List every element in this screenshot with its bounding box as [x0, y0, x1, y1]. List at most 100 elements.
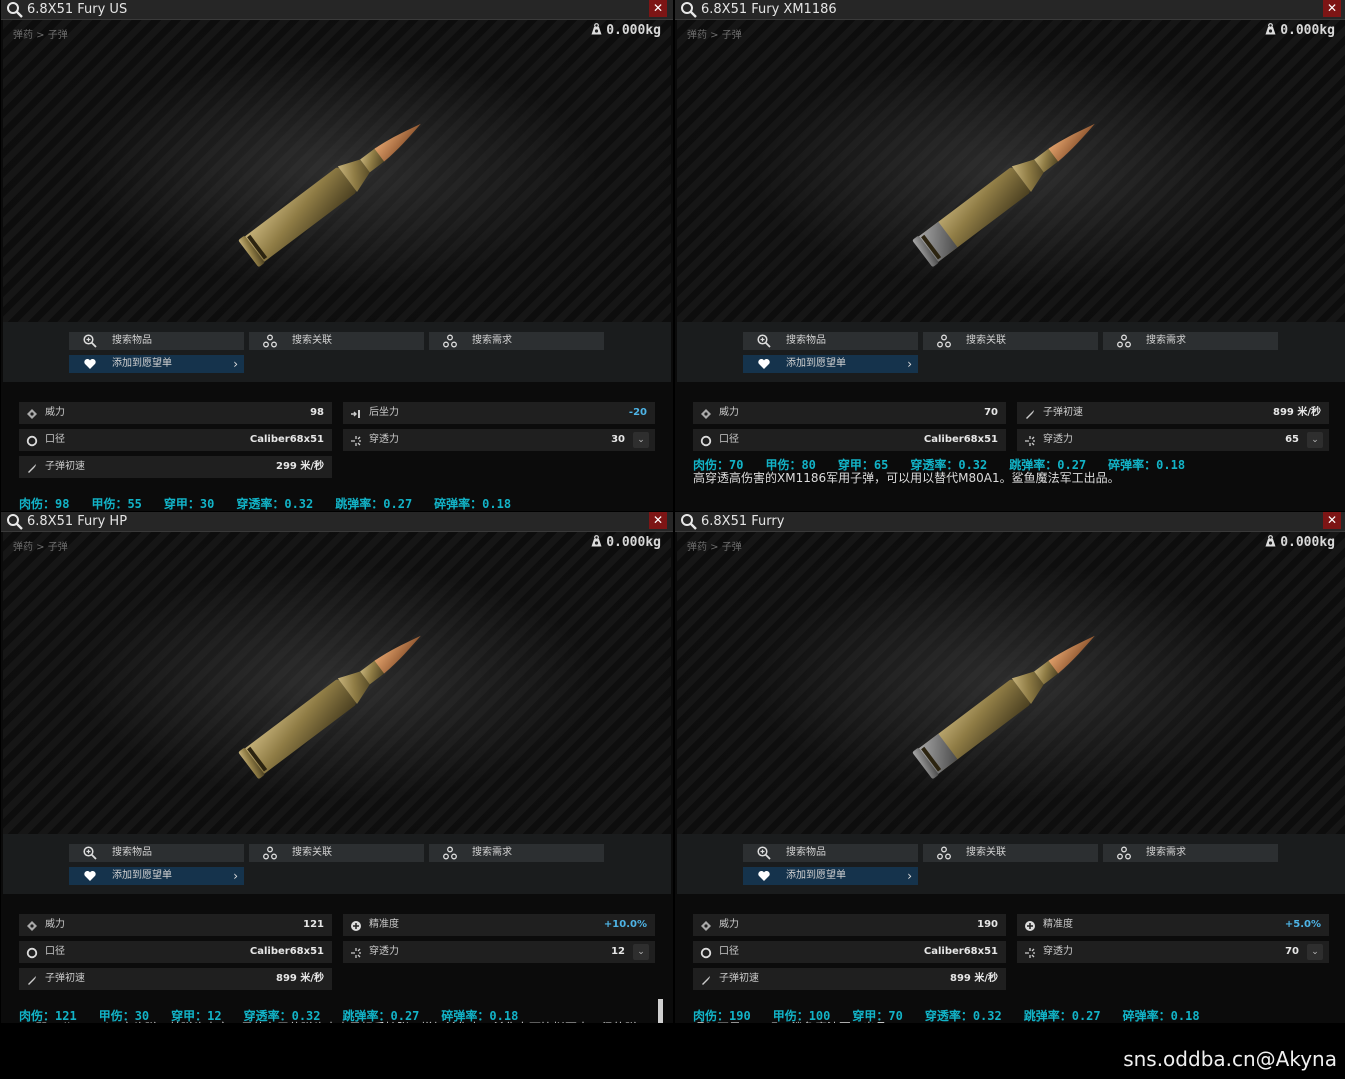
search-item-button[interactable]: 搜索物品: [743, 332, 918, 350]
stat-row-velocity: 子弹初速 299 米/秒: [19, 456, 332, 478]
add-to-wishlist-button[interactable]: 添加到愿望单 ›: [69, 355, 244, 373]
search-requirement-button[interactable]: 搜索需求: [1103, 844, 1278, 862]
description-scrollbar[interactable]: [658, 999, 663, 1023]
item-inspect-window: 6.8X51 Furry ✕ 弹药 > 子弹 0.000kg 搜索物品 搜索关联…: [675, 512, 1345, 1023]
add-to-wishlist-button[interactable]: 添加到愿望单 ›: [743, 355, 918, 373]
item-description: [19, 509, 651, 511]
stat-row-velocity: 子弹初速 899 米/秒: [19, 968, 332, 990]
penetration-icon: [350, 946, 362, 958]
button-label: 搜索关联: [292, 847, 332, 858]
stat-label: 穿透力: [1043, 946, 1073, 957]
velocity-icon: [1024, 407, 1036, 419]
stat-value: -20: [628, 407, 647, 418]
search-item-button[interactable]: 搜索物品: [69, 844, 244, 862]
damage-stat: 肉伤：70: [693, 458, 744, 472]
zoom-search-icon: [757, 334, 771, 348]
expand-dropdown-button[interactable]: ⌄: [1307, 432, 1323, 448]
stat-row-velocity: 子弹初速 899 米/秒: [1017, 402, 1329, 424]
stat-row-accuracy: 精准度 +5.0%: [1017, 914, 1329, 936]
breadcrumb: 弹药 > 子弹: [13, 30, 68, 41]
penetration-icon: [350, 434, 362, 446]
stat-label: 子弹初速: [1043, 407, 1083, 418]
stat-value: 12: [611, 946, 625, 957]
window-title: 6.8X51 Fury US: [27, 2, 128, 17]
window-titlebar[interactable]: 6.8X51 Fury HP ✕: [1, 512, 673, 532]
bullet-cartridge-image: [238, 635, 421, 779]
stat-label: 口径: [719, 946, 739, 957]
button-label: 搜索需求: [472, 847, 512, 858]
velocity-icon: [26, 461, 38, 473]
button-label: 添加到愿望单: [786, 358, 846, 369]
stat-label: 威力: [719, 407, 739, 418]
stat-label: 精准度: [369, 919, 399, 930]
power-icon: [700, 407, 712, 419]
search-item-button[interactable]: 搜索物品: [743, 844, 918, 862]
stat-value: 899 米/秒: [949, 973, 998, 984]
add-to-wishlist-button[interactable]: 添加到愿望单 ›: [69, 867, 244, 885]
search-requirement-button[interactable]: 搜索需求: [429, 844, 604, 862]
stat-label: 威力: [45, 919, 65, 930]
close-button[interactable]: ✕: [1323, 0, 1341, 17]
nodes-icon: [937, 846, 951, 860]
weight-value: 0.000kg: [606, 23, 661, 38]
stat-row-penetration: 穿透力 65 ⌄: [1017, 429, 1329, 451]
stat-label: 口径: [719, 434, 739, 445]
button-label: 搜索需求: [472, 335, 512, 346]
expand-dropdown-button[interactable]: ⌄: [633, 432, 649, 448]
stat-value: Caliber68x51: [923, 434, 998, 445]
damage-stat: 穿甲：65: [837, 458, 889, 472]
search-requirement-button[interactable]: 搜索需求: [1103, 332, 1278, 350]
bullet-cartridge-image: [912, 635, 1095, 779]
search-link-button[interactable]: 搜索关联: [249, 332, 424, 350]
close-button[interactable]: ✕: [1323, 512, 1341, 529]
stat-label: 威力: [45, 407, 65, 418]
magnifier-icon: [680, 1, 698, 19]
search-link-button[interactable]: 搜索关联: [249, 844, 424, 862]
stat-label: 子弹初速: [45, 973, 85, 984]
stat-row-power: 威力 121: [19, 914, 332, 936]
power-icon: [700, 919, 712, 931]
stat-value: 65: [1285, 434, 1299, 445]
window-titlebar[interactable]: 6.8X51 Fury XM1186 ✕: [675, 0, 1345, 20]
window-title: 6.8X51 Fury XM1186: [701, 2, 837, 17]
search-link-button[interactable]: 搜索关联: [923, 332, 1098, 350]
stat-label: 子弹初速: [45, 461, 85, 472]
search-link-button[interactable]: 搜索关联: [923, 844, 1098, 862]
add-to-wishlist-button[interactable]: 添加到愿望单 ›: [743, 867, 918, 885]
accuracy-icon: [1024, 919, 1036, 931]
item-preview: 弹药 > 子弹 0.000kg: [3, 532, 671, 834]
stat-row-penetration: 穿透力 12 ⌄: [343, 941, 655, 963]
action-bar: 搜索物品 搜索关联 搜索需求 添加到愿望单 ›: [3, 834, 671, 894]
power-icon: [26, 919, 38, 931]
item-description: HP即Hollow Point空头弹。其弹头中空，目的在于使弹头击中目标后扩张，…: [19, 1021, 651, 1023]
stat-row-recoil: 后坐力 -20: [343, 402, 655, 424]
search-item-button[interactable]: 搜索物品: [69, 332, 244, 350]
item-weight: 0.000kg: [1265, 535, 1335, 550]
button-label: 添加到愿望单: [786, 870, 846, 881]
velocity-icon: [700, 973, 712, 985]
expand-dropdown-button[interactable]: ⌄: [633, 944, 649, 960]
penetration-icon: [1024, 946, 1036, 958]
velocity-icon: [26, 973, 38, 985]
close-button[interactable]: ✕: [649, 0, 667, 17]
stat-value: 299 米/秒: [275, 461, 324, 472]
weight-value: 0.000kg: [1280, 23, 1335, 38]
expand-dropdown-button[interactable]: ⌄: [1307, 944, 1323, 960]
button-label: 搜索关联: [292, 335, 332, 346]
button-label: 搜索物品: [786, 847, 826, 858]
close-button[interactable]: ✕: [649, 512, 667, 529]
item-inspect-window: 6.8X51 Fury HP ✕ 弹药 > 子弹 0.000kg 搜索物品 搜索…: [1, 512, 673, 1023]
watermark: sns.oddba.cn@Akyna: [1123, 1047, 1337, 1071]
window-titlebar[interactable]: 6.8X51 Fury US ✕: [1, 0, 673, 20]
window-title: 6.8X51 Furry: [701, 514, 785, 529]
heart-icon: [757, 869, 771, 883]
weight-icon: [1265, 23, 1276, 35]
stat-row-penetration: 穿透力 70 ⌄: [1017, 941, 1329, 963]
action-bar: 搜索物品 搜索关联 搜索需求 添加到愿望单 ›: [677, 322, 1345, 382]
search-requirement-button[interactable]: 搜索需求: [429, 332, 604, 350]
stat-label: 口径: [45, 946, 65, 957]
stat-label: 穿透力: [1043, 434, 1073, 445]
window-titlebar[interactable]: 6.8X51 Furry ✕: [675, 512, 1345, 532]
penetration-icon: [1024, 434, 1036, 446]
nodes-icon: [937, 334, 951, 348]
